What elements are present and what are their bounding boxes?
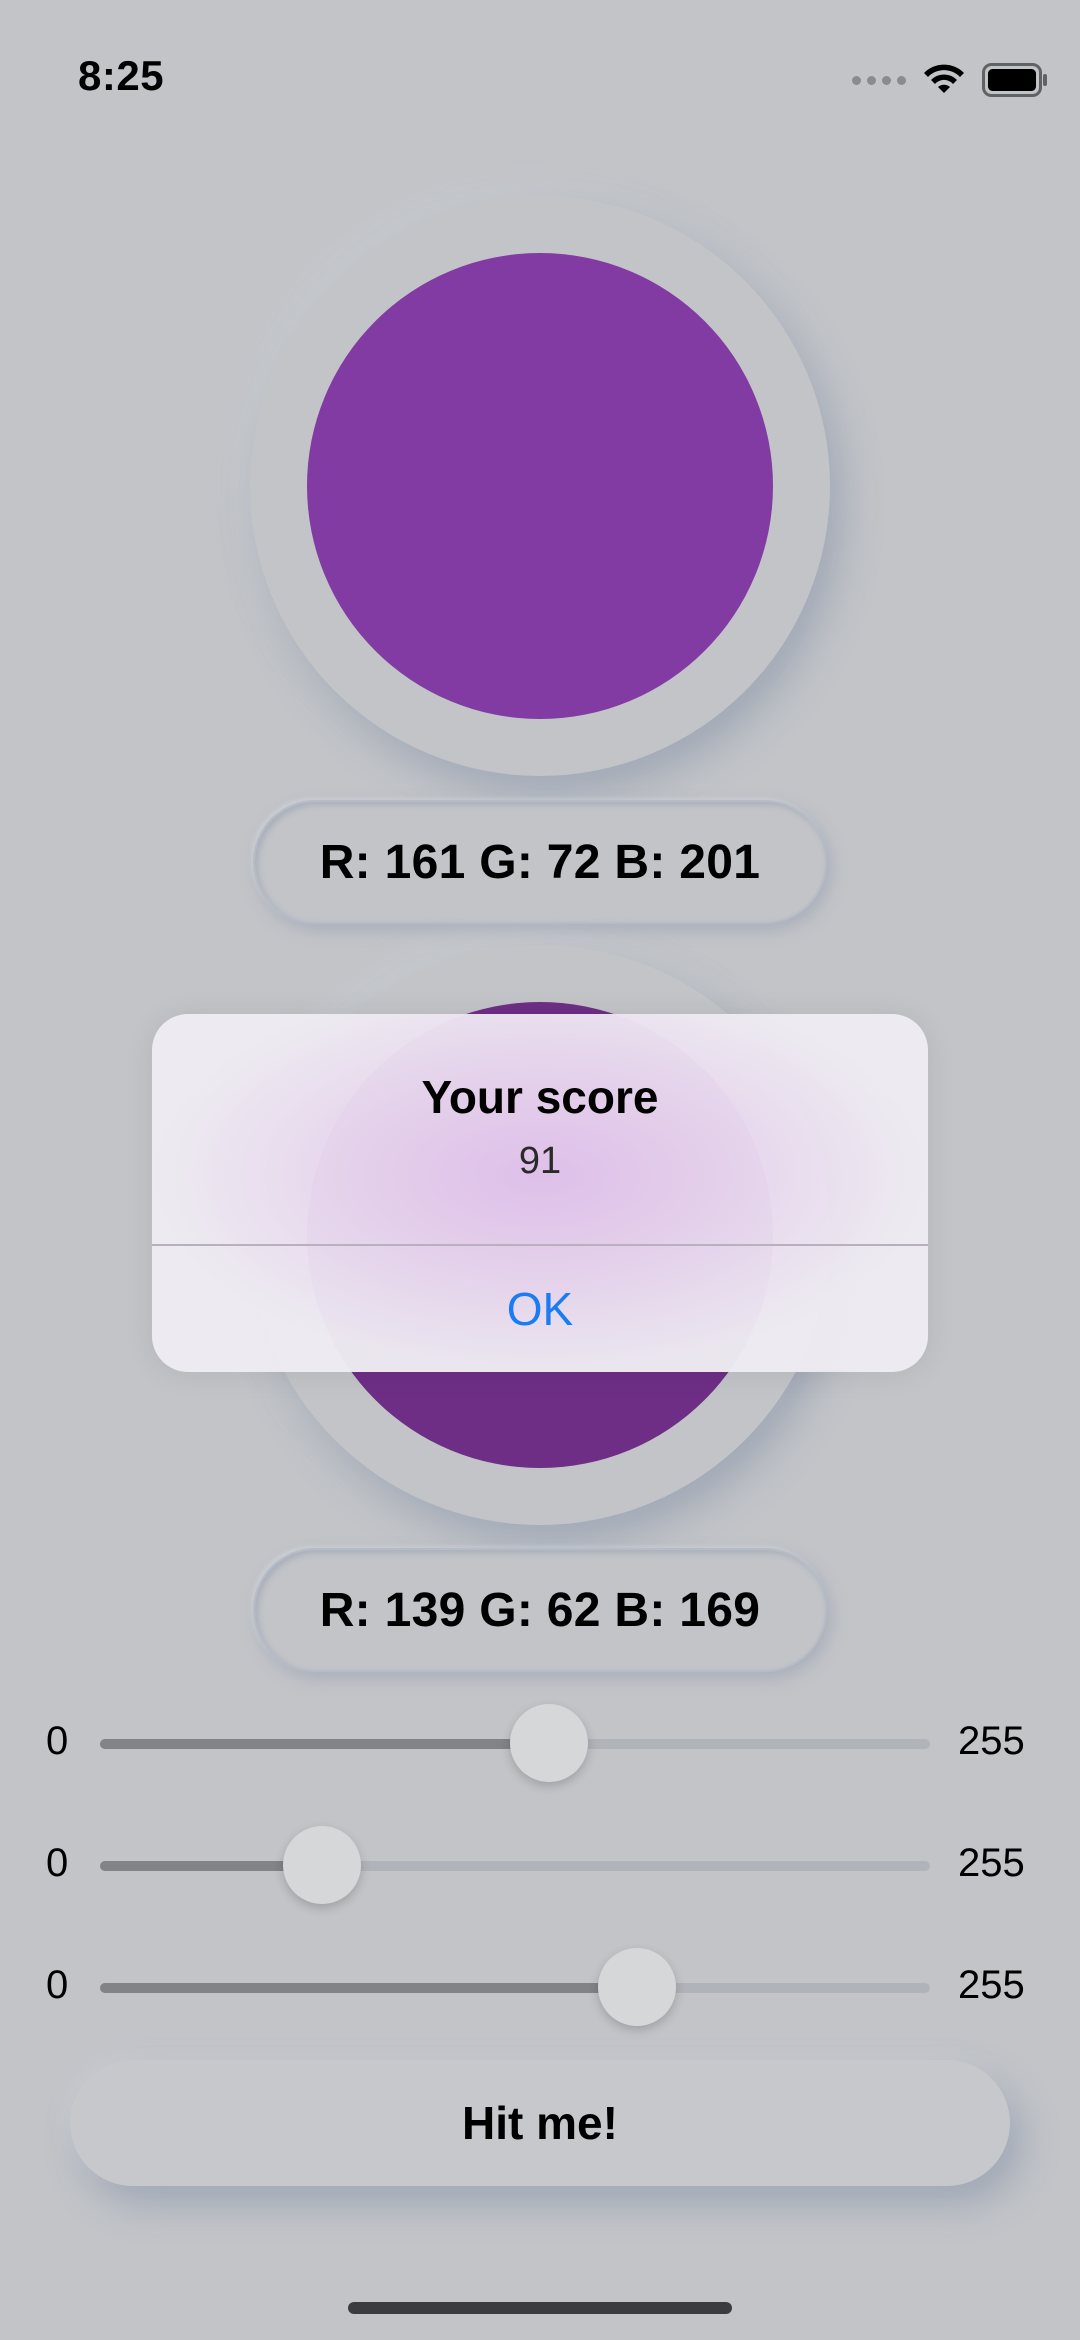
- red-slider-max-label: 255: [958, 1719, 1025, 1763]
- alert-score-value: 91: [518, 1140, 562, 1182]
- alert-ok-button[interactable]: OK: [152, 1246, 928, 1372]
- blue-slider-thumb[interactable]: [598, 1948, 677, 2026]
- green-slider-track[interactable]: [100, 1861, 930, 1871]
- green-slider-row: 0 255: [0, 1819, 1080, 1909]
- target-color-swatch: [307, 253, 773, 719]
- blue-slider-max-label: 255: [958, 1963, 1025, 2007]
- green-slider-max-label: 255: [958, 1841, 1025, 1885]
- green-slider-min-label: 0: [46, 1841, 69, 1885]
- score-alert: Your score 91 OK: [152, 1014, 928, 1372]
- guess-rgb-label: R: 139 G: 62 B: 169: [253, 1548, 827, 1672]
- battery-icon: [982, 63, 1047, 97]
- wifi-icon: [924, 64, 964, 93]
- cellular-dots-icon: [852, 75, 906, 85]
- target-rgb-label: R: 161 G: 72 B: 201: [253, 800, 827, 924]
- hit-me-button[interactable]: Hit me!: [70, 2060, 1010, 2186]
- red-slider-thumb[interactable]: [509, 1704, 588, 1782]
- red-slider-row: 0 255: [0, 1697, 1080, 1787]
- blue-slider-row: 0 255: [0, 1941, 1080, 2031]
- blue-slider-track[interactable]: [100, 1983, 930, 1993]
- blue-slider-min-label: 0: [46, 1963, 69, 2007]
- alert-title: Your score: [421, 1071, 659, 1123]
- target-color-ring: [250, 196, 830, 776]
- green-slider-thumb[interactable]: [282, 1826, 361, 1904]
- status-icons: [852, 58, 1048, 102]
- red-slider-min-label: 0: [46, 1719, 69, 1763]
- status-time: 8:25: [78, 52, 165, 99]
- home-indicator[interactable]: [348, 2302, 732, 2314]
